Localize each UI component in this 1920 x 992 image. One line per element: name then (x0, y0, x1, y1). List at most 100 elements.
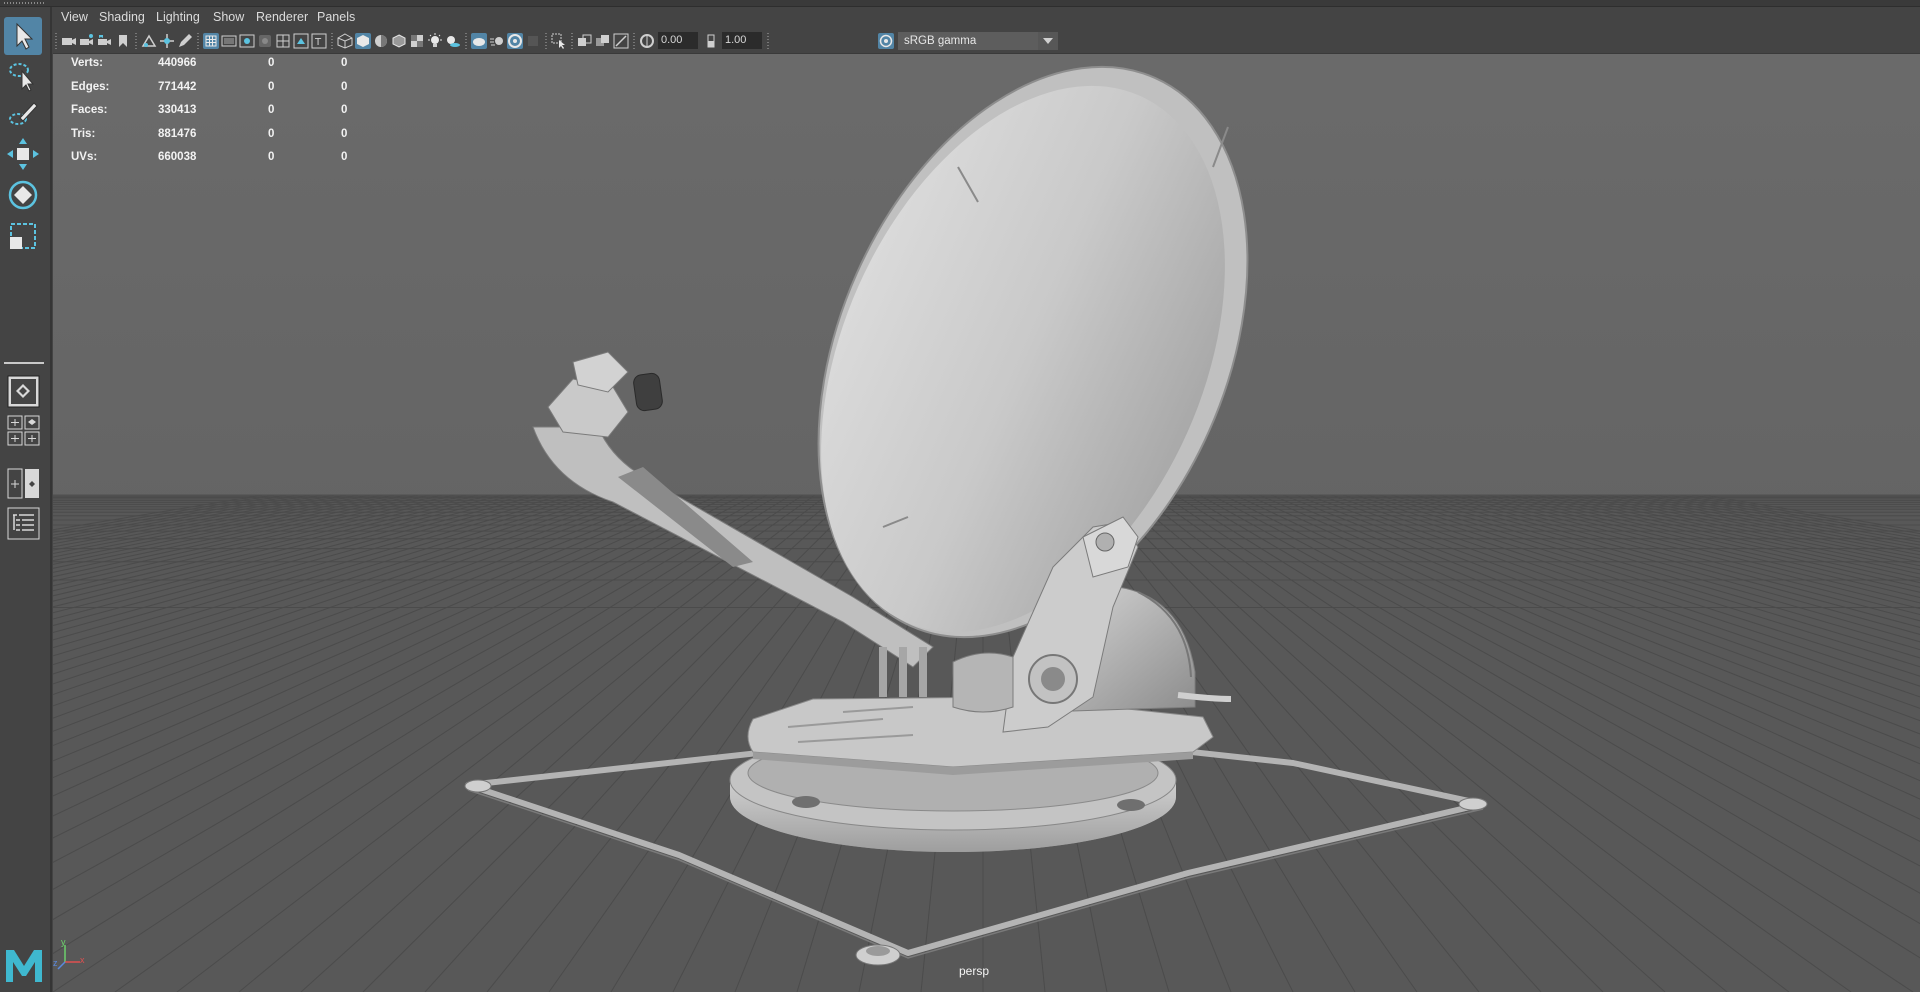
hud-selected-cell: 0 (268, 127, 275, 140)
toolbar-divider (197, 33, 199, 49)
move-tool-button[interactable] (4, 135, 42, 173)
hud-components-cell: 0 (341, 57, 348, 69)
chevron-down-icon[interactable] (1038, 32, 1058, 50)
textured-icon[interactable] (409, 33, 425, 49)
default-material-icon[interactable] (373, 33, 389, 49)
panel-menu-bar: View Shading Lighting Show Renderer Pane… (53, 7, 1920, 29)
menu-panels[interactable]: Panels (317, 10, 355, 24)
hud-selected-cell: 0 (268, 151, 275, 163)
toolbox-divider (4, 362, 44, 364)
menu-renderer[interactable]: Renderer (256, 10, 308, 24)
paint-select-tool-button[interactable] (4, 95, 42, 133)
menu-shading[interactable]: Shading (99, 10, 145, 24)
layout-four-icon (7, 415, 40, 446)
hud-components-cell: 0 (341, 80, 348, 93)
hud-components-cell: 0 (341, 104, 348, 116)
two-view-layout-button[interactable] (7, 468, 41, 504)
camera-attributes-icon[interactable] (79, 33, 95, 49)
exposure-icon[interactable] (639, 33, 655, 49)
camera-select-icon[interactable] (61, 33, 77, 49)
use-all-lights-icon[interactable] (427, 33, 443, 49)
xray-joints-icon[interactable] (613, 33, 629, 49)
scale-tool-button[interactable] (4, 217, 42, 255)
layout-single-icon (7, 375, 40, 408)
viewport-panel[interactable]: View Shading Lighting Show Renderer Pane… (53, 7, 1920, 992)
select-arrow-icon (16, 22, 34, 50)
film-gate-icon[interactable] (221, 33, 237, 49)
layout-two-icon (7, 468, 39, 499)
toolbox (0, 7, 52, 992)
color-management-toggle-icon[interactable] (878, 33, 894, 49)
menu-view[interactable]: View (61, 10, 88, 24)
hud-selected-cell: 0 (268, 80, 275, 93)
toolbar-divider (331, 33, 333, 49)
four-view-layout-button[interactable] (7, 415, 41, 451)
hud-selected-cell: 0 (268, 104, 275, 116)
hud-total-cell: 771442 (158, 80, 197, 93)
isolate-select-icon[interactable] (551, 33, 567, 49)
hud-components-cell: 0 (341, 151, 348, 163)
screen-space-ao-icon[interactable] (471, 33, 487, 49)
drag-grip[interactable] (4, 2, 44, 4)
hud-label-cell: Tris: (71, 127, 96, 140)
panel-toolbar: T 0.00 1.00 sRGB gamma (53, 29, 1920, 54)
grid-toggle-icon[interactable] (203, 33, 219, 49)
toolbar-divider (545, 33, 547, 49)
toolbar-divider (571, 33, 573, 49)
xray-icon[interactable] (577, 33, 593, 49)
toolbar-divider (767, 33, 769, 49)
image-plane-icon[interactable] (141, 33, 157, 49)
depth-of-field-icon[interactable] (525, 33, 541, 49)
anti-aliasing-icon[interactable] (507, 33, 523, 49)
camera-name-label: persp (959, 964, 990, 978)
hud-components-cell: 0 (341, 127, 348, 140)
axis-x-label: x (80, 955, 85, 965)
exposure-field[interactable]: 0.00 (658, 32, 698, 49)
gate-mask-icon[interactable] (257, 33, 273, 49)
select-tool-button[interactable] (4, 17, 42, 55)
bookmark-camera-icon[interactable] (97, 33, 113, 49)
hud-label-cell: Faces: (71, 104, 108, 116)
safe-title-icon[interactable]: T (311, 33, 327, 49)
shadows-icon[interactable] (445, 33, 461, 49)
lasso-tool-button[interactable] (4, 57, 42, 95)
motion-blur-icon[interactable] (489, 33, 505, 49)
single-perspective-layout-button[interactable] (7, 375, 41, 413)
hud-label-cell: Edges: (71, 80, 110, 93)
xray-active-components-icon[interactable] (595, 33, 611, 49)
paint-brush-icon (9, 102, 38, 125)
bookmark-icon[interactable] (115, 33, 131, 49)
view-transform-select[interactable]: sRGB gamma (898, 32, 1058, 50)
hud-selected-cell: 0 (268, 57, 275, 69)
toolbar-divider (633, 33, 635, 49)
rotate-tool-button[interactable] (4, 176, 42, 214)
hud-label-cell: Verts: (71, 57, 103, 69)
gamma-icon[interactable] (703, 33, 719, 49)
field-chart-icon[interactable] (275, 33, 291, 49)
hud-label-cell: UVs: (71, 151, 98, 163)
smooth-shade-icon[interactable] (355, 33, 371, 49)
maya-logo-icon (6, 950, 42, 982)
wireframe-icon[interactable] (337, 33, 353, 49)
scale-icon (10, 223, 36, 249)
2d-pan-zoom-icon[interactable] (159, 33, 175, 49)
hud-total-cell: 330413 (158, 104, 197, 116)
toolbar-divider (55, 33, 57, 49)
gamma-field[interactable]: 1.00 (722, 32, 762, 49)
safe-action-icon[interactable] (293, 33, 309, 49)
hud-total-cell: 440966 (158, 57, 197, 69)
axis-z-label: z (53, 958, 58, 968)
outliner-layout-button[interactable] (7, 507, 41, 545)
resolution-gate-icon[interactable] (239, 33, 255, 49)
grease-pencil-icon[interactable] (177, 33, 193, 49)
perspective-scene[interactable] (53, 7, 1920, 992)
window-title-strip (0, 0, 1920, 7)
move-arrows-icon (7, 138, 39, 170)
axis-y-label: y (61, 937, 66, 947)
toolbar-divider (465, 33, 467, 49)
menu-show[interactable]: Show (213, 10, 244, 24)
lasso-select-icon (9, 63, 35, 92)
toolbar-divider (135, 33, 137, 49)
menu-lighting[interactable]: Lighting (156, 10, 200, 24)
wireframe-on-shaded-icon[interactable] (391, 33, 407, 49)
